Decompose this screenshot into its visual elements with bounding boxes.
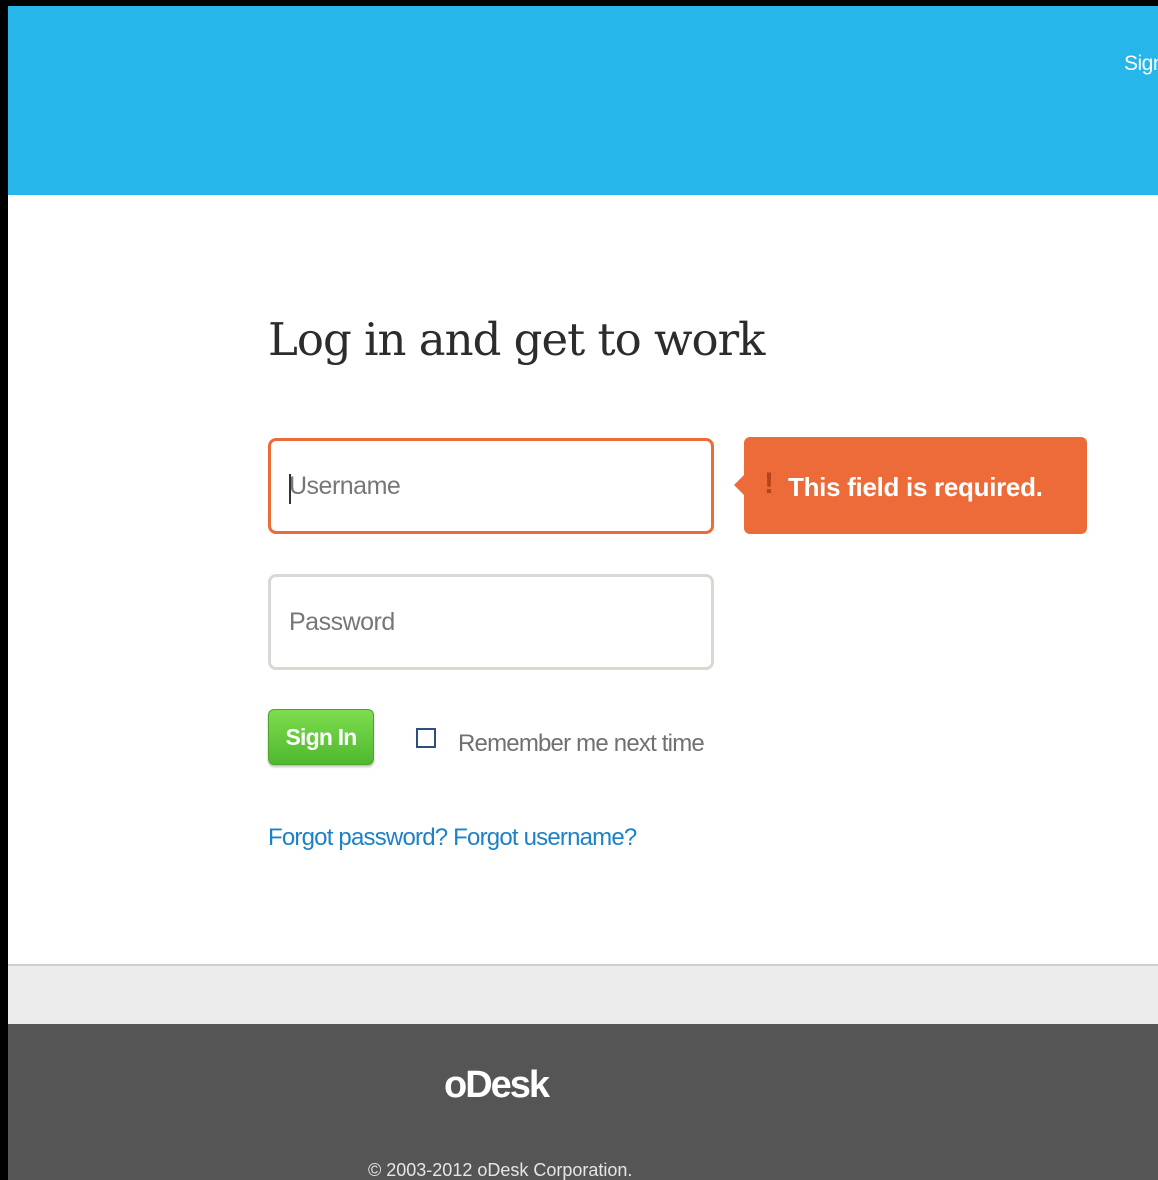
forgot-links: Forgot password? Forgot username? xyxy=(268,824,637,852)
odesk-logo[interactable]: oDesk xyxy=(444,1064,550,1107)
error-tooltip: ! This field is required. xyxy=(734,437,1087,534)
site-header: Sign xyxy=(8,6,1158,195)
remember-me-checkbox[interactable] xyxy=(416,728,436,748)
password-input[interactable] xyxy=(268,574,714,670)
sign-in-button[interactable]: Sign In xyxy=(268,709,374,765)
text-cursor xyxy=(289,474,291,504)
forgot-username-link[interactable]: Forgot username? xyxy=(453,824,637,851)
window-top-border xyxy=(0,0,1158,6)
remember-me-label[interactable]: Remember me next time xyxy=(458,730,705,758)
forgot-password-link[interactable]: Forgot password? xyxy=(268,824,448,851)
header-sign-link[interactable]: Sign xyxy=(1124,52,1158,76)
site-footer xyxy=(8,1024,1158,1180)
subfooter-band xyxy=(8,966,1158,1024)
username-input[interactable] xyxy=(268,438,714,534)
browser-viewport: Sign Log in and get to work ! This field… xyxy=(8,0,1158,1180)
error-message: This field is required. xyxy=(788,472,1043,502)
copyright-text: © 2003-2012 oDesk Corporation. xyxy=(368,1160,633,1180)
page-title: Log in and get to work xyxy=(268,313,765,366)
exclamation-icon: ! xyxy=(764,467,774,500)
